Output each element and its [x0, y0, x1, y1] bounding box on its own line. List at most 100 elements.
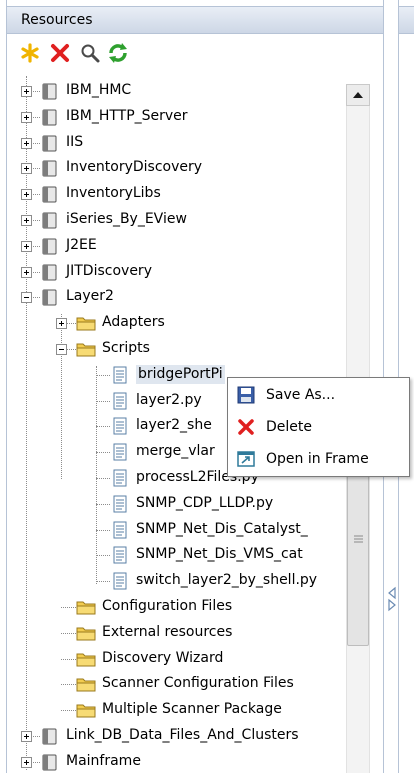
tree-item-label: Discovery Wizard: [102, 649, 224, 666]
script-file-icon: [113, 521, 127, 539]
search-button[interactable]: [77, 40, 103, 66]
tree-item-label: Multiple Scanner Package: [102, 701, 282, 718]
package-icon: [42, 186, 57, 203]
expand-icon[interactable]: [21, 215, 32, 226]
folder-icon: [76, 627, 96, 641]
tree-item-label: External resources: [102, 623, 233, 640]
script-file-icon: [113, 546, 127, 564]
tree-item[interactable]: SNMP_Net_Dis_VMS_cat: [0, 542, 340, 568]
menu-item-label: Save As...: [266, 387, 336, 403]
tree-item[interactable]: Link_DB_Data_Files_And_Clusters: [0, 723, 340, 749]
expand-icon[interactable]: [21, 266, 32, 278]
tree-item-label: bridgePortPi: [136, 364, 225, 384]
tree-item[interactable]: External resources: [0, 620, 340, 646]
folder-icon: [76, 678, 96, 692]
collapse-arrows-icon[interactable]: [386, 585, 398, 613]
panel-title: Resources: [21, 12, 93, 28]
asterisk-icon: [21, 43, 39, 63]
refresh-button[interactable]: [105, 40, 131, 66]
delete-x-icon: [51, 44, 69, 62]
tree-item[interactable]: IIS: [0, 130, 340, 156]
tree-item-label: Layer2: [66, 288, 114, 305]
expand-icon[interactable]: [21, 189, 32, 201]
tree-item-label: Adapters: [102, 314, 165, 331]
tree-item[interactable]: SNMP_CDP_LLDP.py: [0, 491, 340, 517]
tree-item[interactable]: Discovery Wizard: [0, 646, 340, 672]
script-file-icon: [113, 392, 127, 410]
script-file-icon: [113, 572, 127, 590]
folder-icon: [76, 704, 96, 718]
tree-item[interactable]: IBM_HTTP_Server: [0, 104, 340, 130]
tree-item[interactable]: Scanner Configuration Files: [0, 671, 340, 697]
package-icon: [42, 109, 57, 126]
open-frame-icon: [237, 451, 255, 467]
script-file-icon: [113, 366, 127, 384]
tree-item-label: J2EE: [66, 236, 97, 253]
tree-item-label: Configuration Files: [102, 598, 233, 614]
tree-item-label: merge_vlar: [136, 443, 215, 460]
tree-item[interactable]: InventoryLibs: [0, 181, 340, 207]
tree-item[interactable]: Mainframe: [0, 749, 340, 773]
script-file-icon: [113, 443, 127, 461]
package-icon: [42, 212, 57, 229]
right-pane-header: [399, 6, 414, 34]
folder-icon: [76, 653, 96, 667]
tree-item-label: JITDiscovery: [66, 262, 152, 279]
package-icon: [42, 238, 57, 255]
tree-item[interactable]: InventoryDiscovery: [0, 155, 340, 181]
tree-item[interactable]: Configuration Files: [0, 594, 340, 620]
expand-icon[interactable]: [21, 731, 32, 742]
context-menu: Save As... Delete Open in Frame: [227, 377, 410, 477]
tree-item-label: switch_layer2_by_shell.py: [136, 572, 318, 589]
refresh-icon: [109, 43, 127, 63]
tree-item[interactable]: Multiple Scanner Package: [0, 697, 340, 723]
menu-item-label: Open in Frame: [266, 451, 369, 467]
tree-item[interactable]: Adapters: [0, 310, 340, 336]
package-icon: [42, 160, 57, 177]
tree-item-label: IBM_HMC: [66, 82, 132, 98]
tree-item[interactable]: SNMP_Net_Dis_Catalyst_: [0, 517, 340, 543]
tree-item-label: Scanner Configuration Files: [102, 675, 294, 692]
collapse-icon[interactable]: [56, 344, 67, 355]
arrow-up-icon: [353, 92, 363, 98]
expand-icon[interactable]: [21, 111, 32, 123]
expand-icon[interactable]: [21, 240, 32, 252]
tree-item-label: IIS: [66, 133, 84, 150]
tree-item-label: SNMP_Net_Dis_VMS_cat: [136, 546, 303, 563]
scroll-up-button[interactable]: [346, 84, 370, 106]
menu-item-save-as[interactable]: Save As...: [228, 380, 409, 410]
script-file-icon: [113, 469, 127, 487]
tree-item-label: iSeries_By_EView: [66, 211, 187, 227]
tree-item[interactable]: switch_layer2_by_shell.py: [0, 568, 340, 594]
grip-icon: [354, 535, 363, 543]
delete-button[interactable]: [47, 40, 73, 66]
tree-item[interactable]: J2EE: [0, 233, 340, 259]
expand-icon[interactable]: [56, 318, 67, 330]
menu-item-open-in-frame[interactable]: Open in Frame: [228, 444, 409, 474]
tree-item[interactable]: Scripts: [0, 336, 340, 362]
package-icon: [42, 754, 57, 771]
toolbar: [7, 34, 383, 74]
tree-item-label: SNMP_CDP_LLDP.py: [136, 494, 274, 511]
collapse-icon[interactable]: [21, 292, 32, 304]
delete-x-icon: [238, 419, 254, 435]
script-file-icon: [113, 417, 127, 435]
tree-item[interactable]: Layer2: [0, 284, 340, 310]
tree-item[interactable]: JITDiscovery: [0, 259, 340, 285]
tree-item-label: Mainframe: [66, 752, 141, 769]
tree-item[interactable]: IBM_HMC: [0, 78, 340, 104]
menu-item-delete[interactable]: Delete: [228, 412, 409, 442]
expand-icon[interactable]: [21, 137, 32, 149]
expand-icon[interactable]: [21, 163, 32, 175]
save-icon: [237, 386, 255, 404]
tree-item-label: layer2.py: [136, 391, 202, 408]
expand-icon[interactable]: [21, 756, 32, 768]
folder-icon: [76, 317, 96, 331]
tree-item[interactable]: iSeries_By_EView: [0, 207, 340, 233]
new-button[interactable]: [17, 40, 43, 66]
expand-icon[interactable]: [21, 86, 32, 97]
package-icon: [42, 264, 57, 281]
search-icon: [81, 44, 100, 63]
package-icon: [42, 135, 57, 152]
tree-item-label: InventoryDiscovery: [66, 159, 203, 176]
